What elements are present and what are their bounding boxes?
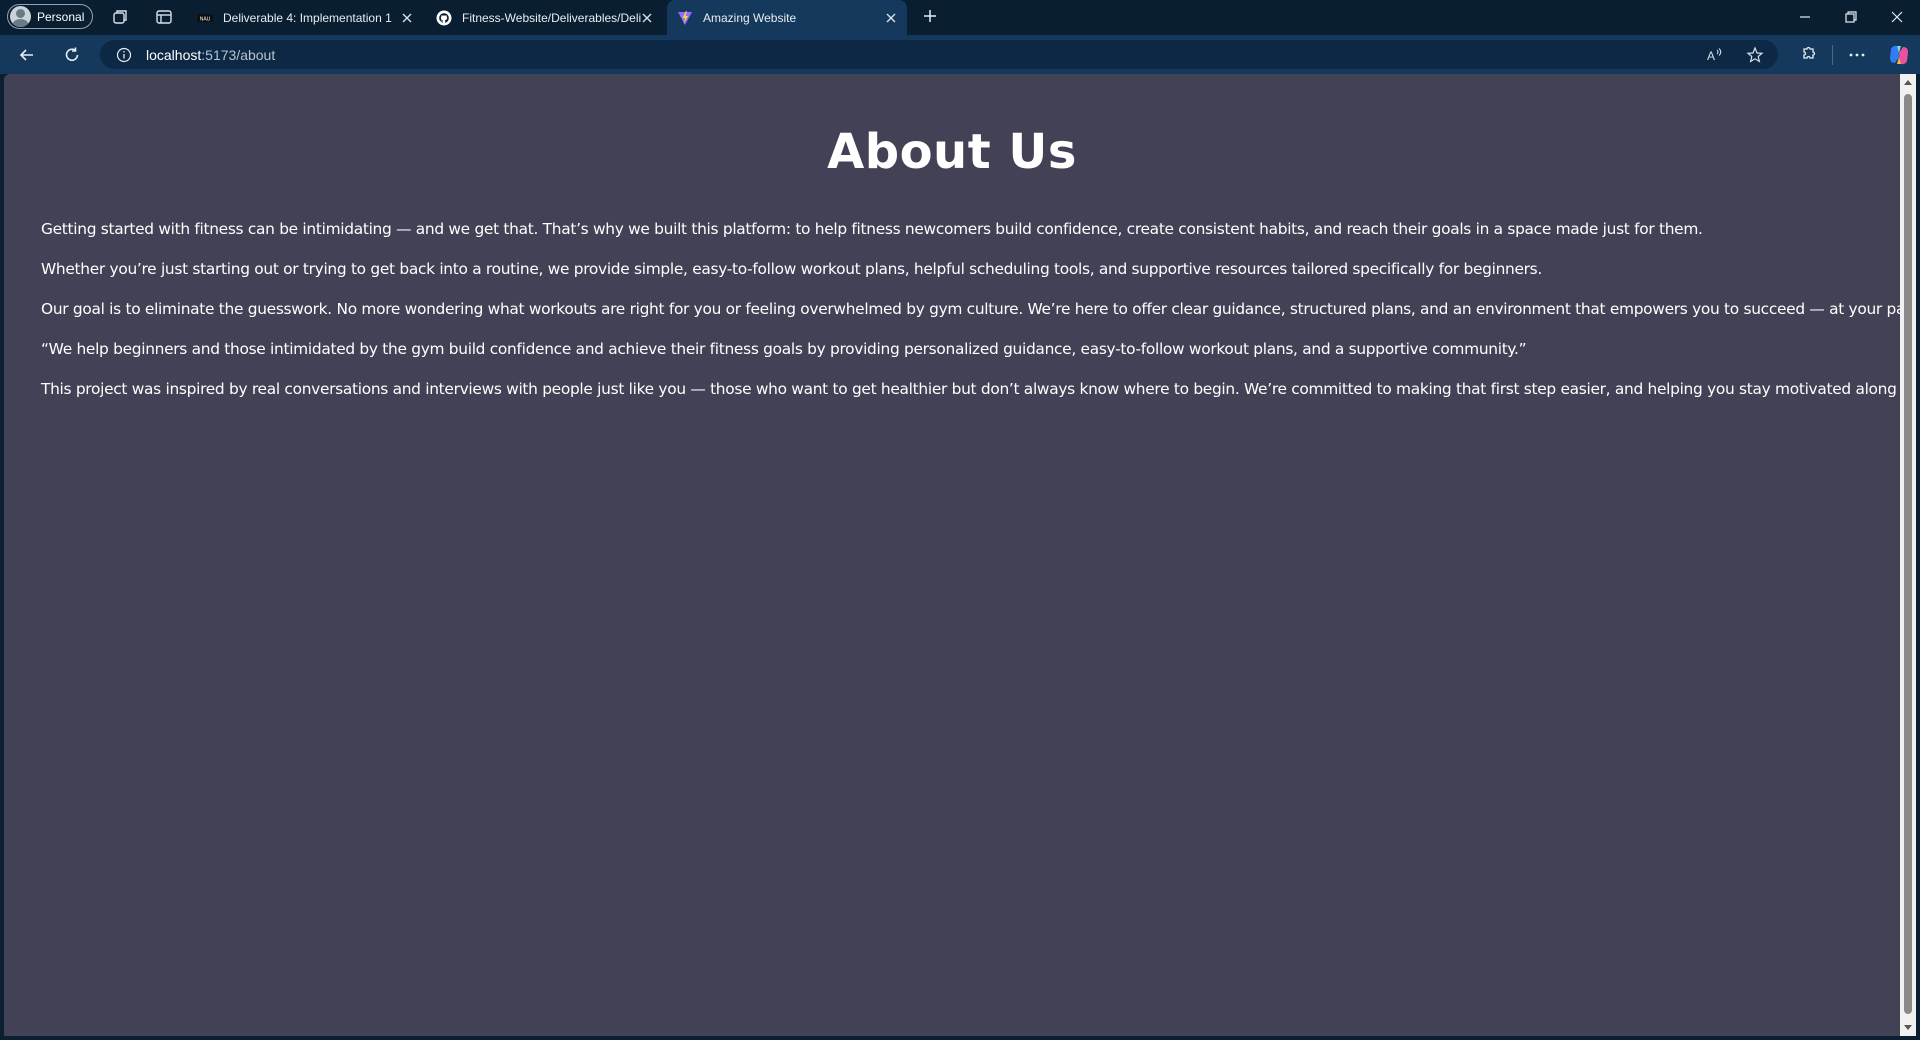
new-tab-icon[interactable] [922,8,938,24]
about-paragraph: This project was inspired by real conver… [41,380,1900,398]
profile-label: Personal [37,9,85,24]
vertical-tabs-icon[interactable] [155,8,173,26]
minimize-icon[interactable] [1798,10,1812,24]
about-paragraph: Whether you’re just starting out or tryi… [41,260,1542,278]
about-paragraph: Getting started with fitness can be inti… [41,220,1703,238]
close-window-icon[interactable] [1890,10,1904,24]
toolbar-divider [1832,45,1833,65]
about-content: Getting started with fitness can be inti… [41,219,1900,419]
canvas-icon: NAU [197,13,213,22]
back-icon[interactable] [17,45,37,65]
extensions-icon[interactable] [1797,45,1817,65]
url-host: localhost [146,46,202,63]
tab-deliverable[interactable]: NAU Deliverable 4: Implementation 1 [187,0,423,35]
page-viewport: About Us Getting started with fitness ca… [4,74,1900,1036]
tab-amazing-website[interactable]: Amazing Website [667,0,907,35]
tab-title: Fitness-Website/Deliverables/Deli [462,10,641,25]
more-options-icon[interactable] [1847,45,1867,65]
scroll-down-arrow[interactable] [1904,1025,1912,1030]
read-aloud-icon[interactable]: A [1705,46,1723,64]
profile-button[interactable]: Personal [7,4,93,29]
favorite-star-icon[interactable] [1746,46,1764,64]
avatar [10,6,31,27]
restore-icon[interactable] [1844,10,1858,24]
close-tab-icon[interactable] [885,12,897,24]
browser-toolbar: localhost:5173/about A [0,35,1920,74]
tab-strip: Personal NAU Deliverable 4: Implementati… [0,0,1920,35]
tab-title: Amazing Website [703,10,797,25]
url-text: localhost:5173/about [146,47,275,63]
about-paragraph: Our goal is to eliminate the guesswork. … [41,300,1900,318]
svg-text:NAU: NAU [200,16,211,22]
scroll-up-arrow[interactable] [1904,80,1912,85]
svg-text:A: A [1707,49,1715,63]
address-bar[interactable]: localhost:5173/about A [100,40,1778,69]
page-title: About Us [827,124,1077,180]
tab-github[interactable]: Fitness-Website/Deliverables/Deli [426,0,663,35]
refresh-icon[interactable] [62,45,82,65]
window-bottom-edge [0,1036,1920,1040]
close-tab-icon[interactable] [641,12,653,24]
site-info-icon[interactable] [116,47,132,63]
close-tab-icon[interactable] [401,12,413,24]
page-scrollbar[interactable] [1900,74,1916,1036]
collections-icon[interactable] [111,8,129,26]
url-path: :5173/about [201,46,276,63]
vite-icon [678,10,692,25]
github-icon [436,10,452,25]
mission-quote: “We help beginners and those intimidated… [41,340,1527,358]
tab-title: Deliverable 4: Implementation 1 [223,10,392,25]
copilot-icon[interactable] [1887,43,1911,67]
scroll-thumb[interactable] [1904,94,1912,1014]
